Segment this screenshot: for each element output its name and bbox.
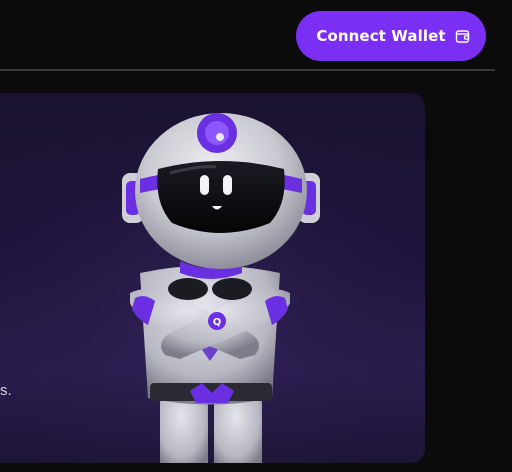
connect-wallet-button[interactable]: Connect Wallet [296, 11, 486, 61]
connect-wallet-label: Connect Wallet [316, 27, 446, 45]
page: Connect Wallet s. [0, 0, 512, 472]
hero-banner: s. [0, 93, 425, 463]
wallet-icon [455, 29, 470, 44]
svg-text:Q: Q [213, 317, 222, 328]
header-divider [0, 69, 495, 71]
robot-mascot-illustration: Q [0, 93, 425, 463]
header: Connect Wallet [0, 0, 512, 71]
